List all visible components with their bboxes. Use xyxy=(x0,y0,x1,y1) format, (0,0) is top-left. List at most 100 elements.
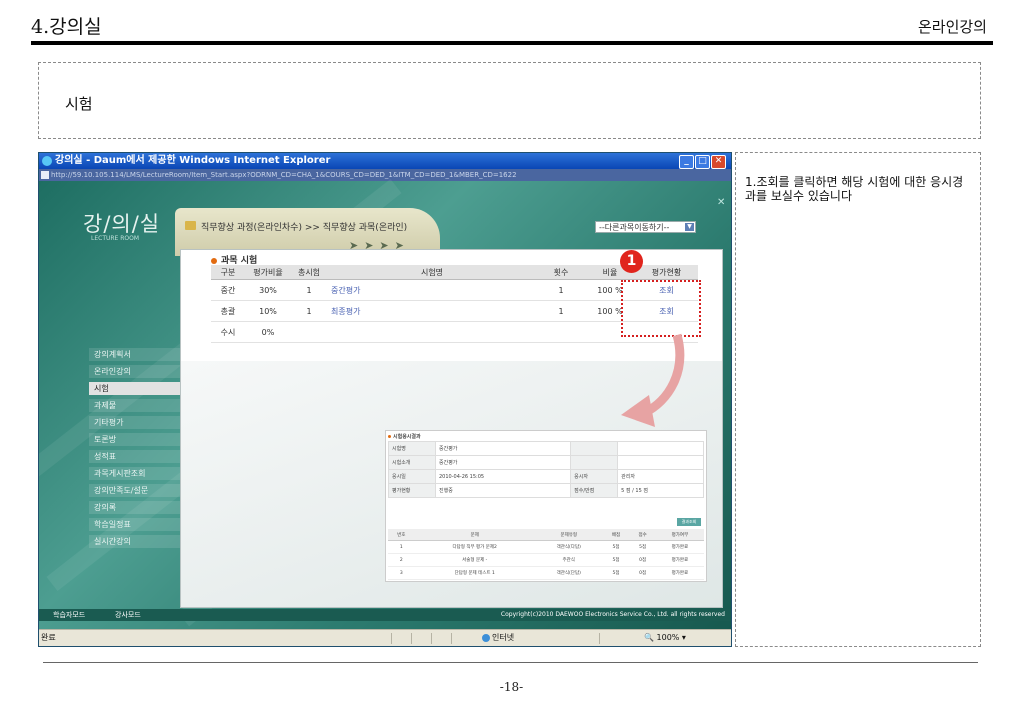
table-cell: 30% xyxy=(245,279,291,301)
sidebar-item[interactable]: 강의계획서 xyxy=(89,348,189,361)
sidebar-item[interactable]: 강의만족도/설문 xyxy=(89,484,189,497)
result-header: 문제유형 xyxy=(534,529,603,541)
globe-icon xyxy=(482,633,490,642)
result-question-table: 번호 문제 문제유형 배점 점수 평가여부 1 다답형 직무 평가 문제2 객관식(다답) 5점… xyxy=(388,529,704,580)
info-cell: 진행중 xyxy=(434,483,572,498)
minimize-icon[interactable]: _ xyxy=(679,155,694,169)
title-box: 시험 xyxy=(38,62,981,139)
table-cell: 중간 xyxy=(211,279,245,301)
result-cell: 1 xyxy=(388,540,415,554)
sidebar-item[interactable]: 학습일정표 xyxy=(89,518,189,531)
result-info-table: 시험명 중간평가 시험소개 중간평가 응시일 2010-04-26 15:05 응시자 관리자… xyxy=(388,441,704,498)
breadcrumb: 직무향상 과정(온라인차수) >> 직무향상 과목(온라인) xyxy=(201,223,408,233)
bullet-icon xyxy=(388,435,391,438)
info-cell: 응시일 xyxy=(388,469,436,484)
result-header: 번호 xyxy=(388,529,415,541)
course-goto-select[interactable]: --다른과목이동하기-- ▼ xyxy=(595,221,696,233)
zone-label: 인터넷 xyxy=(492,633,515,642)
close-icon[interactable]: ✕ xyxy=(711,155,726,169)
result-header: 배점 xyxy=(602,529,630,541)
address-bar[interactable]: http://59.10.105.114/LMS/LectureRoom/Ite… xyxy=(39,169,731,181)
exam-name-link[interactable]: 최종평가 xyxy=(331,307,360,316)
table-cell: 최종평가 xyxy=(327,300,537,322)
info-cell: 시험소개 xyxy=(388,455,436,470)
result-header: 평가여부 xyxy=(655,529,704,541)
sidebar-item[interactable]: 온라인강의 xyxy=(89,365,189,378)
sidebar-item[interactable]: 강의록 xyxy=(89,501,189,514)
lecture-room-logo: 강/의/실 xyxy=(83,212,161,236)
learner-mode-link[interactable]: 학습자모드 xyxy=(53,609,85,621)
exam-result-popup: 시험응시결과 시험명 중간평가 시험소개 중간평가 응시일 2010-04-26 15:0… xyxy=(385,430,707,582)
page-number: -18- xyxy=(499,680,524,694)
footer-rule xyxy=(43,662,978,663)
result-cell: 주관식 xyxy=(534,553,603,567)
table-cell: 10% xyxy=(245,300,291,322)
info-row: 응시일 2010-04-26 15:05 응시자 관리자 xyxy=(388,469,704,484)
result-title: 시험응시결과 xyxy=(393,434,421,440)
sidebar-item[interactable]: 과목게시판조회 xyxy=(89,467,189,480)
zone-indicator: 인터넷 xyxy=(482,630,514,646)
info-cell xyxy=(570,441,619,456)
panel-close-icon[interactable]: ✕ xyxy=(717,197,725,208)
sidebar-item[interactable]: 시험 xyxy=(89,382,189,395)
table-cell: 0% xyxy=(245,321,291,343)
result-view-button[interactable]: 결과조회 xyxy=(677,518,701,526)
address-url: http://59.10.105.114/LMS/LectureRoom/Ite… xyxy=(51,171,517,179)
result-cell: 단답형 문제 테스트 1 xyxy=(414,566,535,580)
chapter-title: 4.강의실 xyxy=(31,16,102,38)
copyright: Copyright(c)2010 DAEWOO Electronics Serv… xyxy=(500,611,725,618)
table-header: 횟수 xyxy=(537,265,585,280)
result-cell: 2 xyxy=(388,553,415,567)
table-cell: 중간평가 xyxy=(327,279,537,301)
info-row: 평가현황 진행중 점수/만점 5 점 / 15 점 xyxy=(388,483,704,498)
table-header: 평가비율 xyxy=(245,265,291,280)
lecture-room-logo-sub: LECTURE ROOM xyxy=(91,235,140,242)
callout-arrow-icon xyxy=(621,333,685,427)
course-goto-value: --다른과목이동하기-- xyxy=(599,223,670,232)
chevron-down-icon: ▼ xyxy=(685,223,694,231)
sidebar-item[interactable]: 실시간강의 xyxy=(89,535,189,548)
result-cell: 5점 xyxy=(629,540,656,554)
result-row: 3 단답형 문제 테스트 1 객관식(단답) 5점 0점 평가완료 xyxy=(388,566,704,580)
highlight-box xyxy=(621,280,701,337)
page-icon xyxy=(41,171,49,179)
table-cell xyxy=(537,321,585,343)
result-cell: 0점 xyxy=(629,566,656,580)
info-cell: 중간평가 xyxy=(434,455,572,470)
sidebar-item[interactable]: 과제물 xyxy=(89,399,189,412)
sidebar-item[interactable]: 성적표 xyxy=(89,450,189,463)
result-header: 점수 xyxy=(629,529,656,541)
info-cell xyxy=(617,455,704,470)
info-cell: 관리자 xyxy=(617,469,704,484)
sidebar-item[interactable]: 토론방 xyxy=(89,433,189,446)
instructor-mode-link[interactable]: 강사모드 xyxy=(115,609,141,621)
info-cell xyxy=(617,441,704,456)
info-cell: 5 점 / 15 점 xyxy=(617,483,704,498)
zoom-level: 100% xyxy=(656,633,680,642)
result-cell: 평가완료 xyxy=(655,566,704,580)
table-header: 구분 xyxy=(211,265,245,280)
info-cell: 응시자 xyxy=(570,469,619,484)
result-cell: 3 xyxy=(388,566,415,580)
result-header: 문제 xyxy=(414,529,535,541)
sidebar-item[interactable]: 기타평가 xyxy=(89,416,189,429)
window-title: 강의실 - Daum에서 제공한 Windows Internet Explor… xyxy=(55,155,331,166)
note-box: 1.조회를 클릭하면 해당 시험에 대한 응시경과를 보실수 있습니다 xyxy=(735,152,981,647)
result-cell: 평가완료 xyxy=(655,540,704,554)
result-cell: 0점 xyxy=(629,553,656,567)
note-text: 1.조회를 클릭하면 해당 시험에 대한 응시경과를 보실수 있습니다 xyxy=(745,175,964,203)
bottom-bar: 학습자모드 강사모드 Copyright(c)2010 DAEWOO Elect… xyxy=(39,609,731,621)
result-cell: 평가완료 xyxy=(655,553,704,567)
info-cell xyxy=(570,455,619,470)
result-heading: 시험응시결과 xyxy=(388,433,421,440)
browser-screenshot: 강의실 - Daum에서 제공한 Windows Internet Explor… xyxy=(38,152,732,647)
maximize-icon[interactable]: □ xyxy=(695,155,710,169)
result-cell: 객관식(다답) xyxy=(534,540,603,554)
result-cell: 객관식(단답) xyxy=(534,566,603,580)
ie-icon xyxy=(42,156,52,166)
table-cell: 수시 xyxy=(211,321,245,343)
exam-name-link[interactable]: 중간평가 xyxy=(331,286,360,295)
result-cell: 서술형 문제 - xyxy=(414,553,535,567)
table-header: 총시험 xyxy=(291,265,327,280)
zoom-control[interactable]: 🔍 100% ▾ xyxy=(644,630,686,646)
